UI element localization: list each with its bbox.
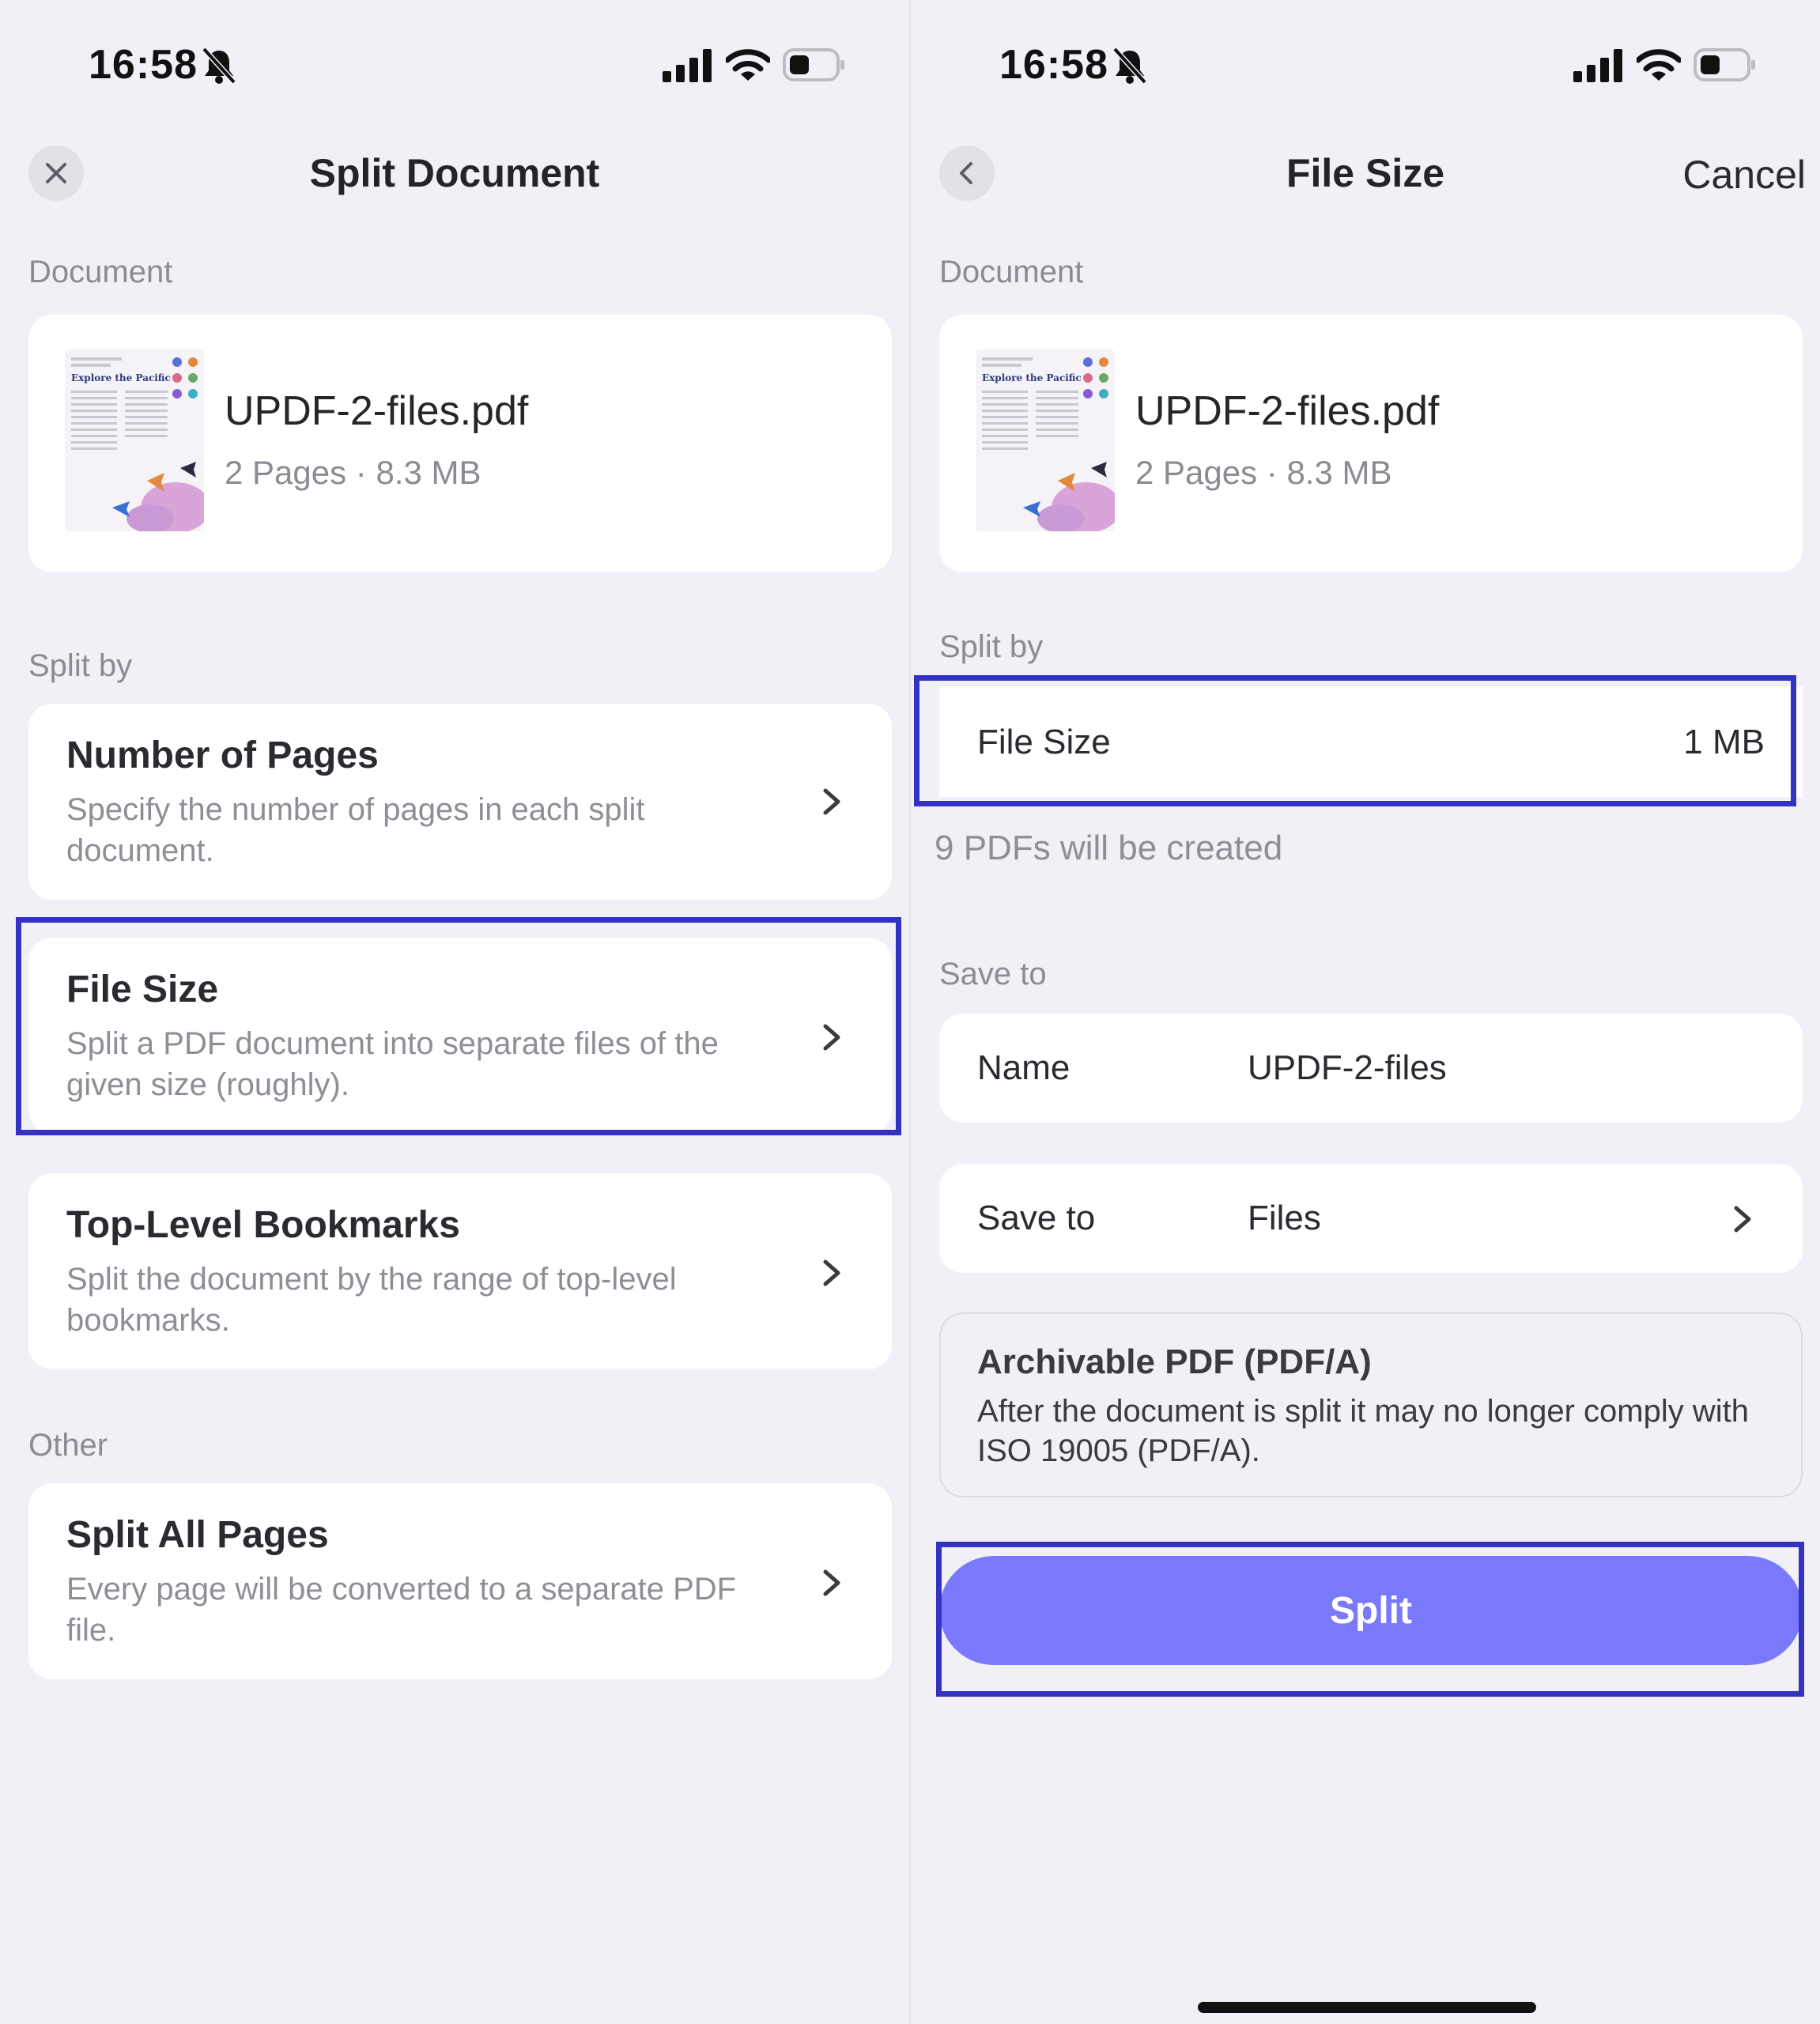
option-title: Top-Level Bookmarks	[66, 1204, 460, 1246]
save-to-value: Files	[1248, 1199, 1321, 1237]
archivable-pdf-notice: Archivable PDF (PDF/A) After the documen…	[939, 1312, 1803, 1497]
wifi-icon	[1637, 49, 1681, 81]
battery-icon	[1694, 48, 1755, 81]
option-description: Every page will be converted to a separa…	[66, 1572, 737, 1648]
battery-icon	[783, 48, 844, 81]
name-label: Name	[977, 1048, 1070, 1087]
option-top-level-bookmarks[interactable]: Top-Level Bookmarks Split the document b…	[28, 1173, 892, 1369]
name-field[interactable]: UPDF-2-files	[1248, 1048, 1447, 1088]
document-name: UPDF-2-files.pdf	[225, 388, 529, 434]
page-title: Split Document	[309, 151, 600, 195]
pdfs-created-note: 9 PDFs will be created	[935, 829, 1283, 867]
cellular-signal-icon	[663, 49, 712, 82]
other-section-label: Other	[28, 1428, 108, 1463]
split-by-section-label: Split by	[28, 648, 133, 683]
home-indicator	[1198, 2002, 1536, 2013]
save-to-section-label: Save to	[939, 957, 1047, 991]
thumbnail-title: Explore the Pacific	[982, 372, 1082, 383]
split-by-section-label: Split by	[939, 629, 1044, 664]
document-card: Explore the Pacific UPDF-2-files.pdf 2 P…	[28, 315, 892, 572]
archivable-description: After the document is split it may no lo…	[977, 1394, 1749, 1468]
option-number-of-pages[interactable]: Number of Pages Specify the number of pa…	[28, 704, 892, 900]
chevron-right-icon	[823, 1569, 840, 1596]
option-description: Specify the number of pages in each spli…	[66, 792, 645, 868]
split-button-highlight	[936, 1542, 1804, 1697]
status-time: 16:58	[89, 42, 198, 88]
document-thumbnail: Explore the Pacific	[65, 349, 204, 531]
document-section-label: Document	[939, 255, 1084, 289]
name-row[interactable]: Name UPDF-2-files	[939, 1014, 1803, 1123]
chevron-right-icon	[823, 788, 840, 815]
chevron-right-icon	[823, 1259, 840, 1286]
status-time: 16:58	[999, 42, 1108, 88]
option-title: Split All Pages	[66, 1514, 329, 1556]
bell-muted-icon	[1112, 47, 1147, 85]
thumbnail-title: Explore the Pacific	[71, 372, 171, 383]
chevron-right-icon	[1734, 1206, 1751, 1233]
document-card: Explore the Pacific UPDF-2-files.pdf 2 P…	[939, 315, 1803, 572]
file-size-option-highlight	[16, 917, 901, 1135]
option-title: Number of Pages	[66, 734, 379, 776]
document-section-label: Document	[28, 255, 173, 289]
document-thumbnail: Explore the Pacific	[976, 349, 1115, 531]
file-size-screen: 16:58 File Size Cancel Document Explore …	[911, 0, 1820, 2024]
file-size-row-highlight	[914, 675, 1796, 806]
save-to-label: Save to	[977, 1199, 1096, 1237]
cancel-button[interactable]: Cancel	[1682, 152, 1806, 198]
save-to-row[interactable]: Save to Files	[939, 1164, 1803, 1273]
archivable-title: Archivable PDF (PDF/A)	[977, 1342, 1372, 1381]
document-name: UPDF-2-files.pdf	[1135, 388, 1440, 434]
cellular-signal-icon	[1573, 49, 1622, 82]
wifi-icon	[726, 49, 770, 81]
bell-muted-icon	[202, 47, 236, 85]
option-description: Split the document by the range of top-l…	[66, 1262, 677, 1338]
option-split-all-pages[interactable]: Split All Pages Every page will be conve…	[28, 1483, 892, 1679]
document-meta: 2 Pages · 8.3 MB	[225, 454, 481, 491]
split-document-screen: 16:58 Split Document Document Explore th…	[0, 0, 909, 2024]
document-meta: 2 Pages · 8.3 MB	[1135, 454, 1392, 491]
